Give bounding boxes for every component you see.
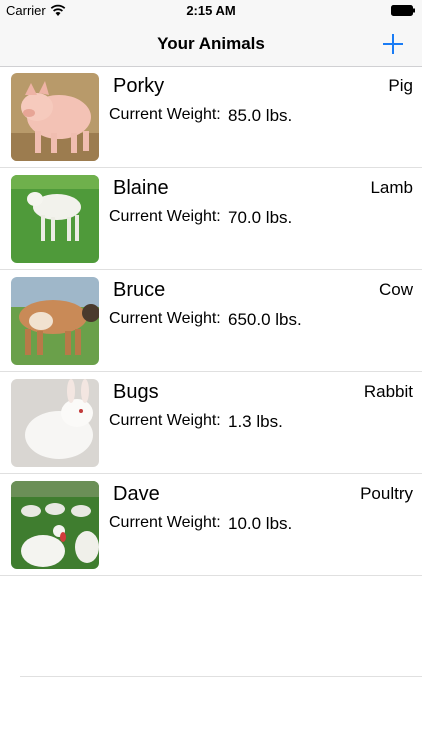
weight-value: 85.0 lbs. — [228, 106, 293, 125]
weight-value: 650.0 lbs. — [228, 310, 302, 329]
turkey-photo — [11, 481, 99, 569]
page-title: Your Animals — [157, 34, 265, 53]
weight-label: Current Weight: — [109, 106, 221, 123]
animal-list: Porky Pig Current Weight: 85.0 lbs. Blai… — [0, 66, 422, 576]
navigation-bar: Your Animals — [0, 22, 422, 67]
animal-name: Dave — [113, 483, 160, 505]
cow-photo — [11, 277, 99, 365]
animal-row-dave[interactable]: Dave Poultry Current Weight: 10.0 lbs. — [0, 474, 422, 576]
weight-value: 70.0 lbs. — [228, 208, 293, 227]
pig-photo — [11, 73, 99, 161]
animal-row-bruce[interactable]: Bruce Cow Current Weight: 650.0 lbs. — [0, 270, 422, 372]
rabbit-photo — [11, 379, 99, 467]
animal-row-bugs[interactable]: Bugs Rabbit Current Weight: 1.3 lbs. — [0, 372, 422, 474]
lamb-photo — [11, 175, 99, 263]
plus-icon — [383, 34, 403, 54]
animal-row-blaine[interactable]: Blaine Lamb Current Weight: 70.0 lbs. — [0, 168, 422, 270]
weight-label: Current Weight: — [109, 514, 221, 531]
weight-label: Current Weight: — [109, 310, 221, 327]
animal-name: Blaine — [113, 177, 169, 199]
animal-type: Pig — [388, 76, 413, 95]
status-bar: Carrier 2:15 AM — [0, 0, 422, 22]
animal-row-porky[interactable]: Porky Pig Current Weight: 85.0 lbs. — [0, 66, 422, 168]
animal-name: Porky — [113, 75, 165, 97]
status-time: 2:15 AM — [186, 3, 236, 18]
animal-name: Bruce — [113, 279, 166, 301]
weight-label: Current Weight: — [109, 208, 221, 225]
animal-type: Rabbit — [363, 382, 413, 401]
animal-name: Bugs — [113, 381, 159, 403]
table-separator — [20, 676, 422, 677]
animal-type: Poultry — [360, 484, 413, 503]
animal-type: Cow — [378, 280, 413, 299]
battery-icon — [391, 5, 415, 16]
weight-value: 1.3 lbs. — [228, 412, 283, 431]
weight-label: Current Weight: — [109, 412, 221, 429]
weight-value: 10.0 lbs. — [228, 514, 293, 533]
animal-type: Lamb — [370, 178, 413, 197]
add-animal-button[interactable] — [380, 31, 406, 57]
